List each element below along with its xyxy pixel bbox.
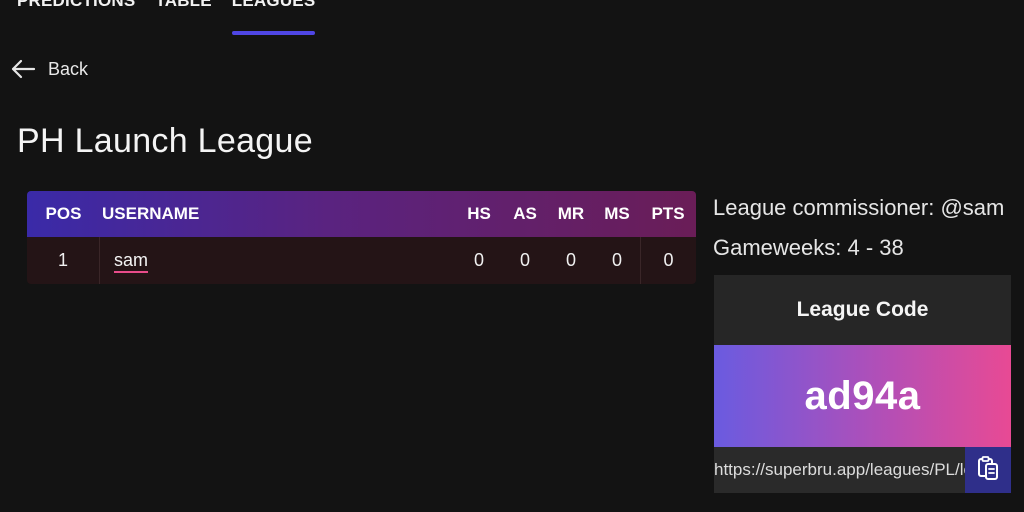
header-username: USERNAME — [102, 204, 200, 223]
nav-item-leagues[interactable]: LEAGUES — [231, 0, 316, 35]
page: PREDICTIONS TABLE LEAGUES Back PH Launch… — [0, 0, 1024, 512]
table-row: 1 sam 0 0 0 0 0 — [27, 237, 696, 284]
league-code-card: League Code ad94a https://superbru.app/l… — [714, 275, 1011, 493]
join-link-row: https://superbru.app/leagues/PL/leagues/… — [714, 447, 1011, 493]
header-pos: POS — [45, 204, 82, 223]
header-as: AS — [513, 204, 537, 223]
cell-mr: 0 — [565, 250, 576, 270]
league-code-header: League Code — [714, 275, 1011, 345]
cell-pts: 0 — [640, 237, 696, 284]
join-link-text: https://superbru.app/leagues/PL/leagues/… — [714, 460, 965, 479]
cell-pos: 1 — [27, 237, 100, 284]
username-link[interactable]: sam — [114, 250, 149, 273]
header-hs: HS — [467, 204, 491, 223]
header-ms: MS — [604, 204, 630, 223]
nav-item-predictions[interactable]: PREDICTIONS — [17, 0, 135, 35]
top-nav: PREDICTIONS TABLE LEAGUES — [17, 0, 315, 35]
cell-username: sam — [100, 250, 456, 273]
copy-link-button[interactable] — [965, 447, 1011, 493]
nav-item-table[interactable]: TABLE — [155, 0, 211, 35]
cell-ms: 0 — [611, 250, 622, 270]
back-link[interactable]: Back — [10, 58, 88, 80]
gameweeks-text: Gameweeks: 4 - 38 — [713, 235, 904, 260]
back-label: Back — [48, 58, 89, 79]
arrow-left-icon — [10, 58, 36, 80]
clipboard-icon — [976, 455, 1000, 486]
header-pts: PTS — [651, 204, 685, 223]
league-info: League commissioner: @sam Gameweeks: 4 -… — [713, 194, 1004, 262]
header-mr: MR — [557, 204, 585, 223]
table-header: POS USERNAME HS AS MR MS PTS — [27, 191, 696, 237]
league-table: POS USERNAME HS AS MR MS PTS 1 sam 0 0 0… — [27, 191, 696, 284]
cell-as: 0 — [519, 250, 530, 270]
page-title: PH Launch League — [17, 122, 313, 160]
league-code-value: ad94a — [714, 345, 1011, 447]
cell-hs: 0 — [473, 250, 484, 270]
commissioner-text: League commissioner: @sam — [713, 195, 1005, 220]
join-link-field[interactable]: https://superbru.app/leagues/PL/leagues/… — [714, 447, 965, 493]
